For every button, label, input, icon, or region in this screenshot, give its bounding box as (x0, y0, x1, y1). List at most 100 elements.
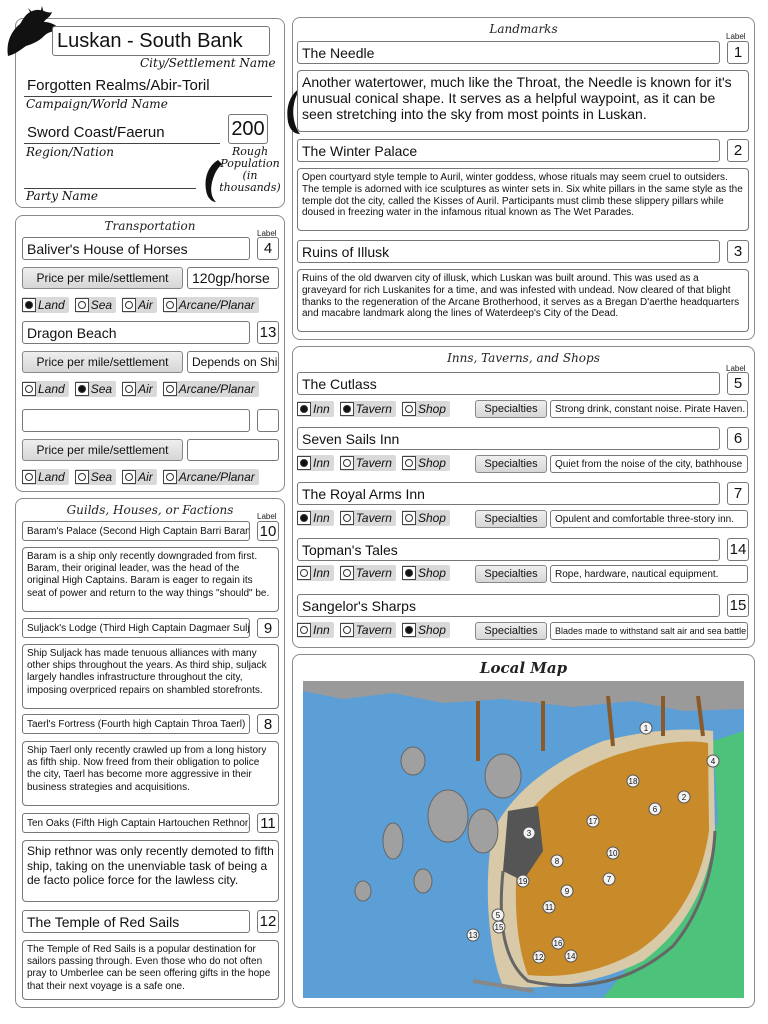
type-option-shop[interactable]: Shop (401, 565, 450, 581)
guild-name-4[interactable]: Ten Oaks (Fifth High Captain Hartouchen … (22, 813, 250, 833)
guild-label-3[interactable]: 8 (257, 714, 279, 734)
transport-label-1[interactable]: 4 (257, 237, 279, 260)
settlement-name-field[interactable]: Luskan - South Bank (52, 26, 270, 56)
inn-specialties-2[interactable]: Quiet from the noise of the city, bathho… (550, 455, 748, 473)
mode-land-option[interactable]: Land (22, 381, 69, 397)
guild-desc-4[interactable]: Ship rethnor was only recently demoted t… (22, 840, 279, 902)
guild-name-3[interactable]: Taerl's Fortress (Fourth high Captain Th… (22, 714, 250, 734)
guild-name-1[interactable]: Baram's Palace (Second High Captain Barr… (22, 521, 250, 541)
inn-label-3[interactable]: 7 (727, 482, 749, 505)
radio-dot-icon (165, 473, 174, 481)
type-option-tavern[interactable]: Tavern (339, 455, 396, 471)
map-marker-label: 19 (519, 877, 528, 886)
mode-sea-option[interactable]: Sea (74, 297, 117, 313)
type-option-inn[interactable]: Inn (297, 622, 334, 638)
radio-box (122, 298, 137, 312)
transport-price-2[interactable]: Depends on Ship (187, 351, 279, 373)
mode-air-option[interactable]: Air (122, 469, 157, 485)
transportation-heading: Transportation (104, 219, 196, 233)
population-field[interactable]: 200 (228, 114, 268, 144)
landmark-name-1[interactable]: The Needle (297, 41, 720, 64)
transport-name-3[interactable] (22, 409, 250, 432)
inn-label-4[interactable]: 14 (727, 538, 749, 561)
inn-name-2[interactable]: Seven Sails Inn (297, 427, 720, 450)
mode-arcane-option[interactable]: Arcane/Planar (162, 469, 259, 485)
type-option-tavern[interactable]: Tavern (339, 565, 396, 581)
map-heading: Local Map (479, 659, 568, 677)
transport-label-3[interactable] (257, 409, 279, 432)
transport-name-1[interactable]: Baliver's House of Horses (22, 237, 250, 260)
mode-arcane-option[interactable]: Arcane/Planar (162, 297, 259, 313)
landmark-name-2[interactable]: The Winter Palace (297, 139, 720, 162)
type-option-shop[interactable]: Shop (401, 510, 450, 526)
inn-label-1[interactable]: 5 (727, 372, 749, 395)
type-option-tavern[interactable]: Tavern (339, 401, 396, 417)
landmark-name-3[interactable]: Ruins of Illusk (297, 240, 720, 263)
guild-name-5[interactable]: The Temple of Red Sails (22, 910, 250, 933)
type-option-inn[interactable]: Inn (297, 565, 334, 581)
inn-specialties-4[interactable]: Rope, hardware, nautical equipment. (550, 565, 748, 583)
landmark-label-2[interactable]: 2 (727, 139, 749, 162)
local-map[interactable]: 12345678910111213141516171819 (303, 681, 744, 998)
inn-name-5[interactable]: Sangelor's Sharps (297, 594, 720, 617)
transport-price-1[interactable]: 120gp/horse (187, 267, 279, 289)
inn-label-5[interactable]: 15 (727, 594, 749, 617)
landmark-desc-1[interactable]: Another watertower, much like the Throat… (297, 70, 749, 132)
inn-specialties-1[interactable]: Strong drink, constant noise. Pirate Hav… (550, 400, 748, 418)
type-option-inn[interactable]: Inn (297, 455, 334, 471)
transport-label-2[interactable]: 13 (257, 321, 279, 344)
landmark-label-3[interactable]: 3 (727, 240, 749, 263)
type-option-shop[interactable]: Shop (401, 455, 450, 471)
mode-land-option[interactable]: Land (22, 297, 69, 313)
mode-sea-option[interactable]: Sea (74, 381, 117, 397)
guild-desc-5[interactable]: The Temple of Red Sails is a popular des… (22, 940, 279, 1000)
specialties-button-3[interactable]: Specialties (475, 510, 547, 528)
specialties-button-1[interactable]: Specialties (475, 400, 547, 418)
guild-label-4[interactable]: 11 (257, 813, 279, 833)
guild-desc-1[interactable]: Baram is a ship only recently downgraded… (22, 547, 279, 612)
type-option-shop[interactable]: Shop (401, 622, 450, 638)
inn-name-1[interactable]: The Cutlass (297, 372, 720, 395)
inn-name-4[interactable]: Topman's Tales (297, 538, 720, 561)
mode-sea-option[interactable]: Sea (74, 469, 117, 485)
specialties-button-5[interactable]: Specialties (475, 622, 547, 640)
type-option-inn[interactable]: Inn (297, 401, 334, 417)
inn-specialties-5[interactable]: Blades made to withstand salt air and se… (550, 622, 748, 640)
region-name[interactable]: Sword Coast/Faerun (27, 124, 165, 141)
type-option-tavern[interactable]: Tavern (339, 510, 396, 526)
guild-desc-2[interactable]: Ship Suljack has made tenuous alliances … (22, 644, 279, 709)
price-per-mile-button-1[interactable]: Price per mile/settlement (22, 267, 183, 289)
inn-specialties-3[interactable]: Opulent and comfortable three-story inn. (550, 510, 748, 528)
transport-price-3[interactable] (187, 439, 279, 461)
checkbox-dot-icon (342, 626, 351, 634)
specialties-label: Specialties (484, 403, 538, 415)
inn-name-text: Sangelor's Sharps (302, 597, 416, 614)
guild-label-2[interactable]: 9 (257, 618, 279, 638)
specialties-button-4[interactable]: Specialties (475, 565, 547, 583)
mode-land-option[interactable]: Land (22, 469, 69, 485)
type-option-inn[interactable]: Inn (297, 510, 334, 526)
transport-name-2[interactable]: Dragon Beach (22, 321, 250, 344)
inn-name-3[interactable]: The Royal Arms Inn (297, 482, 720, 505)
specialties-button-2[interactable]: Specialties (475, 455, 547, 473)
mode-air-option[interactable]: Air (122, 381, 157, 397)
landmark-desc-3[interactable]: Ruins of the old dwarven city of illusk,… (297, 269, 749, 332)
radio-dot-icon (77, 301, 86, 309)
landmark-desc-2[interactable]: Open courtyard style temple to Auril, wi… (297, 168, 749, 231)
price-per-mile-button-3[interactable]: Price per mile/settlement (22, 439, 183, 461)
guild-name-2[interactable]: Suljack's Lodge (Third High Captain Dagm… (22, 618, 250, 638)
radio-box (122, 470, 137, 484)
inn-specialties-text: Opulent and comfortable three-story inn. (555, 513, 734, 525)
inn-label-2[interactable]: 6 (727, 427, 749, 450)
mode-arcane-option[interactable]: Arcane/Planar (162, 381, 259, 397)
landmark-label-1[interactable]: 1 (727, 41, 749, 64)
guild-label-1[interactable]: 10 (257, 521, 279, 541)
campaign-name[interactable]: Forgotten Realms/Abir-Toril (27, 77, 210, 94)
map-marker-label: 7 (607, 875, 612, 884)
guild-desc-3[interactable]: Ship Taerl only recently crawled up from… (22, 741, 279, 806)
type-option-tavern[interactable]: Tavern (339, 622, 396, 638)
type-option-shop[interactable]: Shop (401, 401, 450, 417)
guild-label-5[interactable]: 12 (257, 910, 279, 933)
price-per-mile-button-2[interactable]: Price per mile/settlement (22, 351, 183, 373)
mode-air-option[interactable]: Air (122, 297, 157, 313)
